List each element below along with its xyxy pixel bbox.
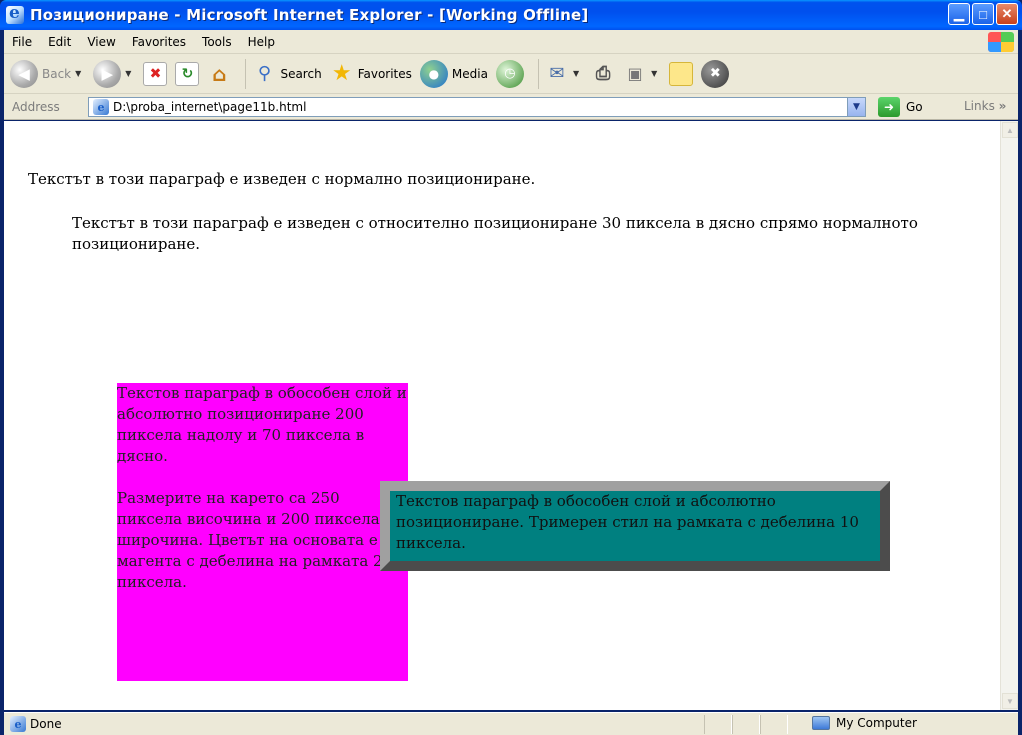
forward-dropdown-icon[interactable]: ▼ [125, 69, 131, 78]
star-icon: ★ [331, 61, 352, 86]
menu-tools[interactable]: Tools [194, 35, 240, 49]
address-label: Address [12, 99, 60, 114]
search-button[interactable]: ⚲ Search [252, 62, 322, 86]
scroll-down-icon[interactable]: ▼ [1002, 693, 1018, 709]
forward-arrow-icon: ▶ [93, 59, 122, 88]
zone-label: My Computer [836, 716, 917, 730]
edit-dropdown-icon[interactable]: ▼ [651, 69, 657, 78]
edit-button[interactable]: ▣ ▼ [623, 62, 661, 86]
magenta-layer: Текстов параграф в обособен слой и абсол… [117, 383, 408, 681]
history-icon: ◷ [495, 59, 524, 88]
ie-icon [6, 3, 24, 24]
close-button[interactable]: ✕ [996, 3, 1018, 25]
toolbar-separator [245, 58, 247, 89]
favorites-label: Favorites [357, 66, 412, 81]
go-arrow-icon: ➜ [878, 97, 900, 117]
computer-icon [812, 716, 830, 730]
mail-icon: ✉ [549, 63, 565, 84]
refresh-icon: ↻ [175, 61, 200, 86]
magenta-paragraph-2: Размерите на карето са 250 пиксела височ… [117, 489, 383, 591]
print-button[interactable]: ⎙ [591, 62, 615, 86]
scroll-up-icon[interactable]: ▲ [1002, 122, 1018, 138]
stop-icon: ✖ [143, 61, 168, 86]
status-panel [760, 715, 788, 734]
window-controls: ▁ □ ✕ [948, 3, 1018, 25]
paragraph-normal: Текстът в този параграф е изведен с норм… [28, 170, 536, 188]
go-label: Go [906, 100, 923, 114]
mail-button[interactable]: ✉ ▼ [545, 62, 583, 86]
menu-view[interactable]: View [79, 35, 123, 49]
links-toolbar[interactable]: Links » [964, 99, 1006, 113]
history-button[interactable]: ◷ [495, 59, 524, 88]
paragraph-relative: Текстът в този параграф е изведен с отно… [72, 214, 918, 253]
browser-window: Позициониране - Microsoft Internet Explo… [0, 0, 1022, 735]
magenta-paragraph-1: Текстов параграф в обособен слой и абсол… [117, 384, 407, 465]
back-label: Back [42, 66, 72, 81]
discuss-button[interactable] [669, 61, 694, 86]
address-url[interactable]: D:\proba_internet\page11b.html [113, 100, 306, 114]
teal-paragraph: Текстов параграф в обособен слой и абсол… [396, 492, 859, 552]
edit-icon: ▣ [627, 64, 643, 83]
favorites-button[interactable]: ★ Favorites [330, 61, 412, 86]
status-panel [704, 715, 732, 734]
home-icon: ⌂ [212, 61, 227, 86]
address-dropdown-icon[interactable]: ▼ [847, 98, 865, 116]
printer-icon: ⎙ [595, 63, 611, 84]
mail-dropdown-icon[interactable]: ▼ [573, 69, 579, 78]
title-bar[interactable]: Позициониране - Microsoft Internet Explo… [0, 0, 1022, 30]
search-icon: ⚲ [257, 63, 272, 84]
home-button[interactable]: ⌂ [207, 62, 231, 86]
vertical-scrollbar[interactable]: ▲ ▼ [1000, 121, 1018, 710]
media-label: Media [451, 66, 488, 81]
status-panel [732, 715, 760, 734]
links-label: Links [964, 99, 995, 113]
address-input[interactable]: e D:\proba_internet\page11b.html ▼ [88, 97, 866, 117]
status-panels [704, 715, 788, 734]
chevron-right-icon: » [998, 99, 1007, 113]
security-zone: My Computer [812, 716, 917, 730]
discuss-icon [669, 61, 694, 86]
go-button[interactable]: ➜ Go [878, 97, 923, 117]
menu-favorites[interactable]: Favorites [124, 35, 194, 49]
media-icon: ● [419, 59, 448, 88]
refresh-button[interactable]: ↻ [175, 61, 200, 86]
address-bar: Address e D:\proba_internet\page11b.html… [4, 94, 1018, 120]
media-button[interactable]: ● Media [419, 59, 488, 88]
back-arrow-icon: ◀ [10, 59, 38, 88]
menu-edit[interactable]: Edit [40, 35, 79, 49]
menu-help[interactable]: Help [240, 35, 283, 49]
toolbar: ◀ Back ▼ ▶ ▼ ✖ ↻ ⌂ ⚲ Search ★ Favorites … [4, 54, 1018, 94]
minimize-button[interactable]: ▁ [948, 3, 970, 25]
messenger-icon: ✖ [701, 59, 730, 88]
toolbar-separator [537, 58, 539, 89]
back-button[interactable]: ◀ Back ▼ [10, 59, 85, 88]
page-icon: e [93, 99, 109, 115]
menu-bar: File Edit View Favorites Tools Help [4, 30, 1018, 54]
page-content: Текстът в този параграф е изведен с норм… [4, 121, 1000, 710]
maximize-button[interactable]: □ [972, 3, 994, 25]
window-title: Позициониране - Microsoft Internet Explo… [30, 6, 589, 24]
forward-button[interactable]: ▶ ▼ [93, 59, 135, 88]
status-bar: e Done My Computer [4, 712, 1018, 735]
search-label: Search [280, 66, 322, 81]
stop-button[interactable]: ✖ [143, 61, 168, 86]
messenger-button[interactable]: ✖ [701, 59, 730, 88]
page-status-icon: e [10, 716, 26, 732]
teal-layer: Текстов параграф в обособен слой и абсол… [380, 481, 890, 571]
status-text: Done [30, 717, 62, 731]
menu-file[interactable]: File [4, 35, 40, 49]
windows-logo-icon [988, 32, 1014, 52]
back-dropdown-icon[interactable]: ▼ [75, 69, 81, 78]
